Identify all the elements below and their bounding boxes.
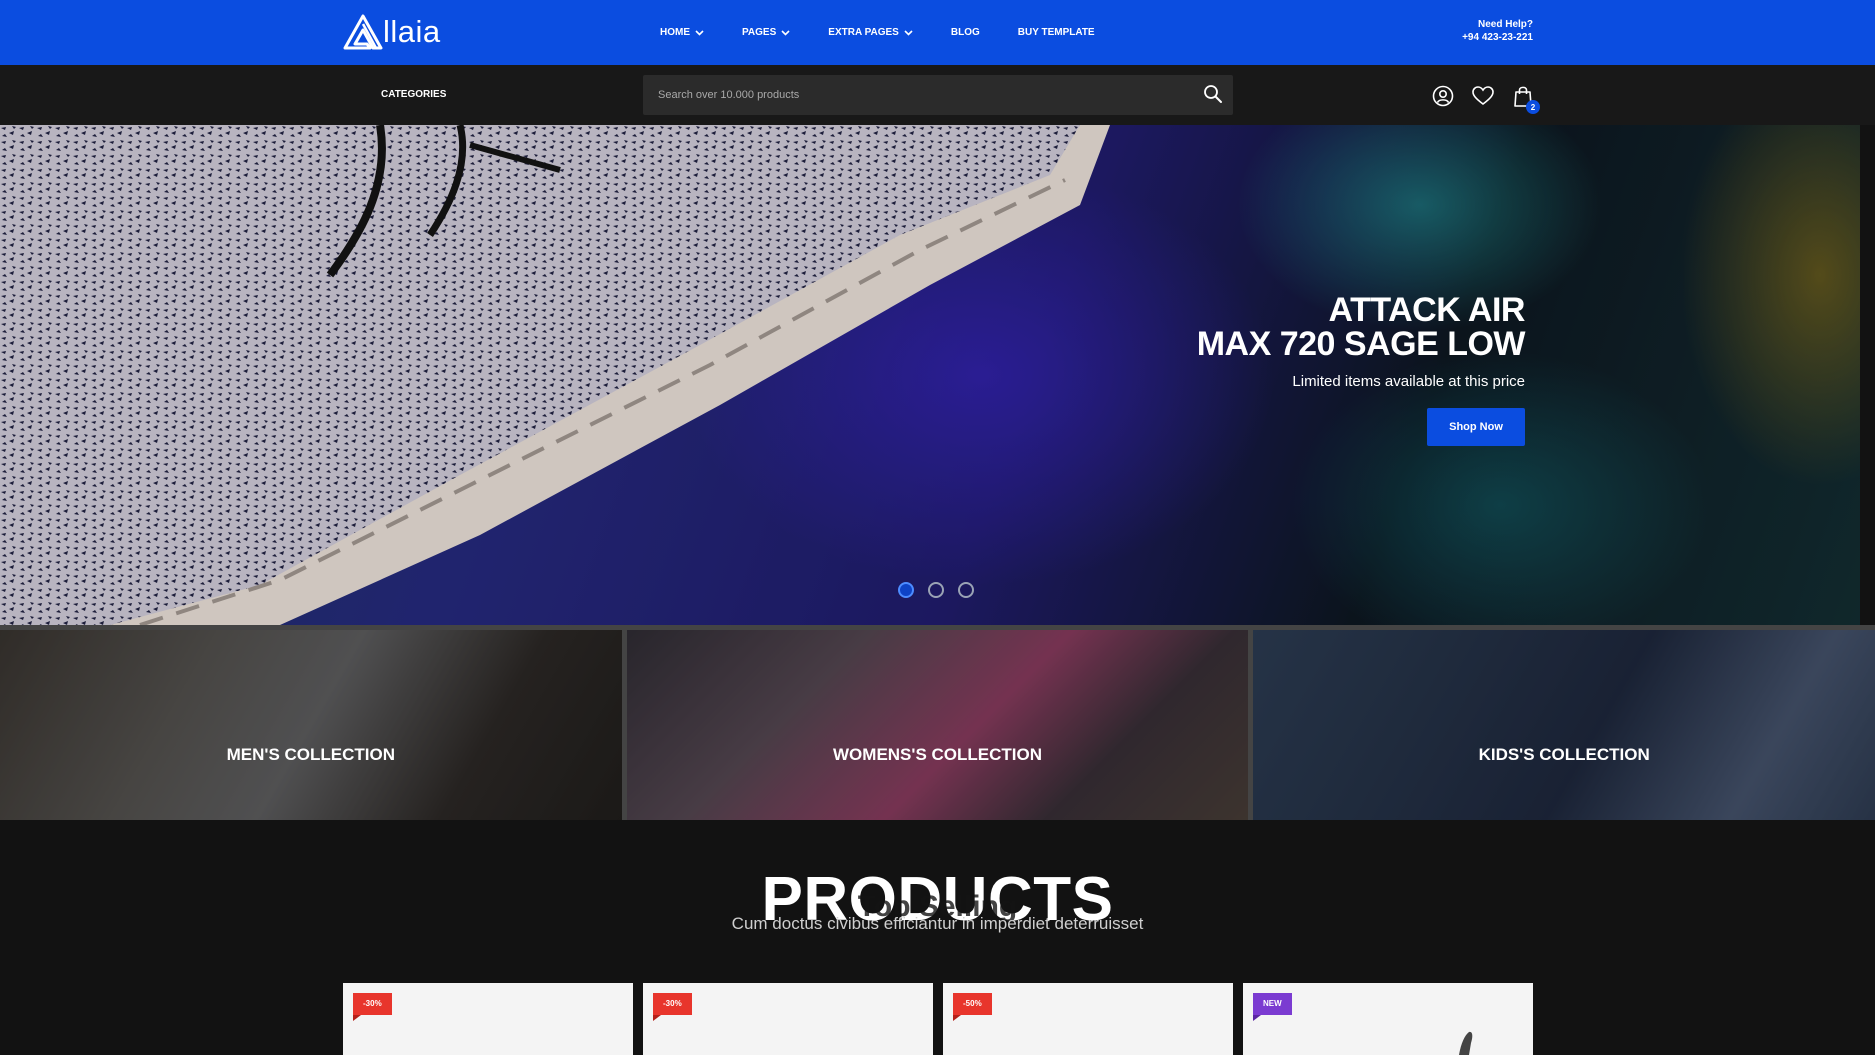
collection-label: WOMENS'S COLLECTION [833, 745, 1042, 764]
nav-item-buy-template[interactable]: BUY TEMPLATE [1018, 27, 1095, 38]
top-header: llaia HOME PAGES EXTRA PAGES BLOG BUY TE… [0, 0, 1875, 65]
wishlist-button[interactable] [1470, 83, 1496, 109]
collections-row: MEN'S COLLECTION WOMENS'S COLLECTION KID… [0, 625, 1875, 820]
slider-dot-2[interactable] [928, 582, 944, 598]
slider-dot-1[interactable] [898, 582, 914, 598]
search-button[interactable] [1201, 82, 1225, 106]
nav-item-label: HOME [660, 27, 690, 38]
nav-item-blog[interactable]: BLOG [951, 27, 980, 38]
help-title: Need Help? [1477, 19, 1533, 30]
hero-title-line2: MAX 720 SAGE LOW [1196, 325, 1526, 363]
nav-item-label: PAGES [742, 27, 777, 38]
search-box [643, 75, 1233, 115]
collection-label: MEN'S COLLECTION [226, 745, 396, 764]
search-input[interactable] [643, 75, 1233, 115]
search-icon [1204, 85, 1222, 103]
kids-collection-banner[interactable]: KIDS'S COLLECTION [1253, 630, 1875, 820]
main-nav: HOME PAGES EXTRA PAGES BLOG BUY TEMPLATE [660, 0, 1133, 65]
help-phone: +94 423-23-221 [1462, 32, 1533, 43]
badge-tail [353, 1015, 361, 1021]
logo-text: llaia [383, 14, 441, 49]
hero-subtitle: Limited items available at this price [1292, 373, 1525, 390]
nav-item-label: EXTRA PAGES [828, 27, 899, 38]
user-icon [1432, 85, 1454, 107]
product-cards: -30% -30% -50% NEW [343, 983, 1533, 1055]
search-bar-row: CATEGORIES 2 [0, 65, 1875, 125]
categories-button[interactable]: CATEGORIES [381, 89, 446, 100]
badge-tail [653, 1015, 661, 1021]
womens-collection-banner[interactable]: WOMENS'S COLLECTION [626, 630, 1249, 820]
discount-badge: -30% [653, 993, 692, 1015]
product-image [1459, 1031, 1473, 1055]
nav-item-extra-pages[interactable]: EXTRA PAGES [828, 27, 913, 38]
slider-dots [898, 582, 974, 598]
header-icons: 2 [1430, 83, 1540, 114]
nav-item-label: BLOG [950, 27, 980, 38]
cart-button[interactable]: 2 [1510, 83, 1540, 114]
hero-slider: ATTACK AIR MAX 720 SAGE LOW Limited item… [0, 125, 1860, 625]
collection-label: KIDS'S COLLECTION [1478, 745, 1650, 764]
shop-now-button[interactable]: Shop Now [1427, 408, 1525, 446]
nav-item-label: BUY TEMPLATE [1017, 27, 1095, 38]
slider-dot-3[interactable] [958, 582, 974, 598]
account-button[interactable] [1430, 83, 1456, 109]
chevron-down-icon [904, 29, 913, 36]
discount-badge: -30% [353, 993, 392, 1015]
nav-item-home[interactable]: HOME [660, 27, 704, 38]
badge-tail [953, 1015, 961, 1021]
hero-content: ATTACK AIR MAX 720 SAGE LOW Limited item… [1196, 291, 1526, 446]
logo[interactable]: llaia [343, 14, 441, 50]
product-card[interactable]: -50% [943, 983, 1233, 1055]
product-card[interactable]: -30% [343, 983, 633, 1055]
new-badge: NEW [1253, 993, 1292, 1015]
discount-badge: -50% [953, 993, 992, 1015]
hero-title-line1: ATTACK AIR [1328, 291, 1526, 329]
badge-tail [1253, 1015, 1261, 1021]
products-subtitle: Cum doctus civibus efficiantur in imperd… [731, 914, 1144, 933]
product-card[interactable]: NEW [1243, 983, 1533, 1055]
help-contact[interactable]: Need Help? +94 423-23-221 [1462, 18, 1533, 44]
mens-collection-banner[interactable]: MEN'S COLLECTION [0, 630, 622, 820]
hero-sneaker-image [0, 125, 1110, 625]
nav-item-pages[interactable]: PAGES [742, 27, 790, 38]
products-section: PRODUCTS Top Selling Cum doctus civibus … [0, 820, 1875, 1055]
heart-icon [1472, 86, 1494, 106]
logo-mark-icon [343, 14, 383, 50]
product-card[interactable]: -30% [643, 983, 933, 1055]
chevron-down-icon [695, 29, 704, 36]
cart-count-badge: 2 [1526, 100, 1540, 114]
chevron-down-icon [781, 29, 790, 36]
